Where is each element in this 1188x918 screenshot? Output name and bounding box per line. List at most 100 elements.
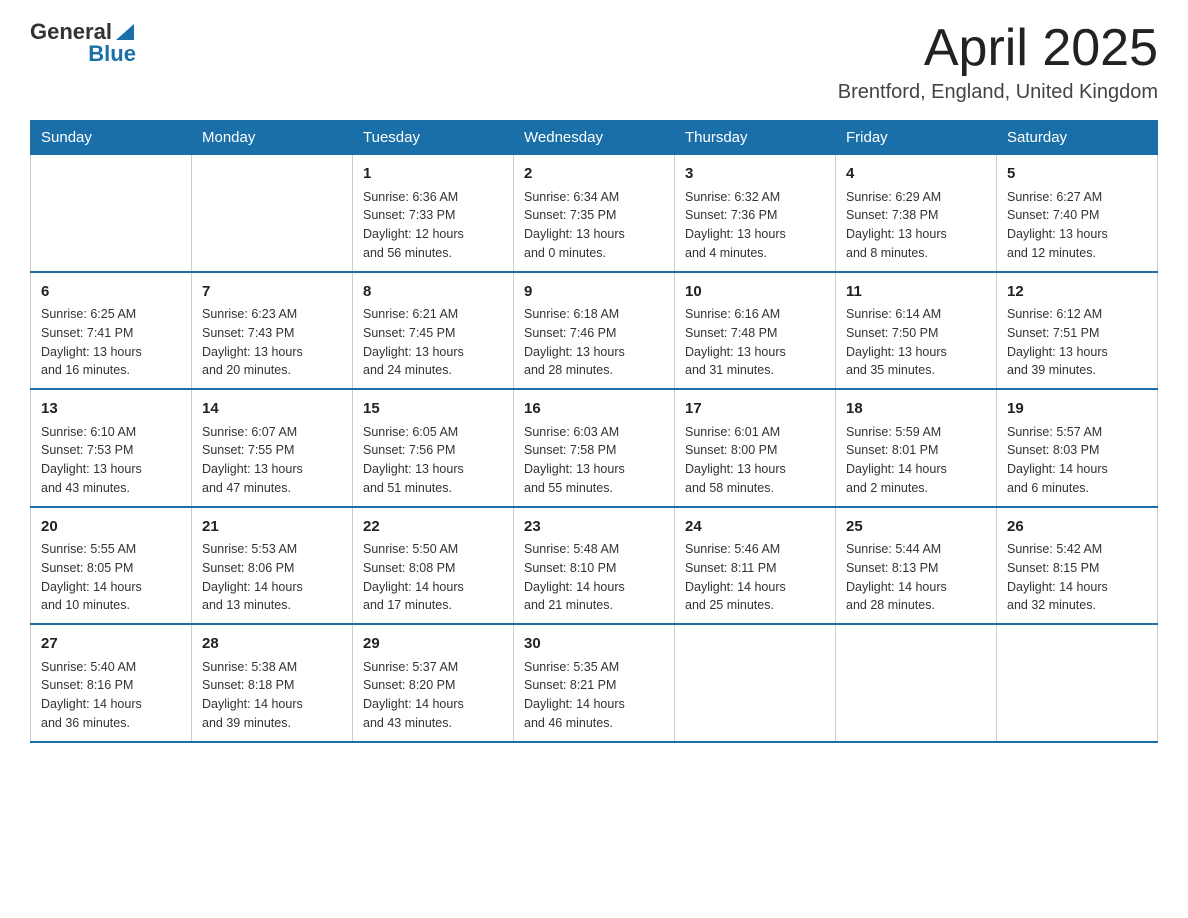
calendar-cell: 21Sunrise: 5:53 AM Sunset: 8:06 PM Dayli… xyxy=(192,507,353,625)
calendar-cell: 27Sunrise: 5:40 AM Sunset: 8:16 PM Dayli… xyxy=(31,624,192,742)
day-number: 14 xyxy=(202,398,342,421)
calendar-week-row: 20Sunrise: 5:55 AM Sunset: 8:05 PM Dayli… xyxy=(31,507,1158,625)
day-info: Sunrise: 5:48 AM Sunset: 8:10 PM Dayligh… xyxy=(524,540,664,615)
day-number: 5 xyxy=(1007,163,1147,186)
day-number: 2 xyxy=(524,163,664,186)
calendar-cell: 17Sunrise: 6:01 AM Sunset: 8:00 PM Dayli… xyxy=(675,389,836,507)
calendar-cell xyxy=(675,624,836,742)
month-title: April 2025 xyxy=(838,20,1158,77)
calendar-cell: 7Sunrise: 6:23 AM Sunset: 7:43 PM Daylig… xyxy=(192,272,353,390)
day-info: Sunrise: 6:23 AM Sunset: 7:43 PM Dayligh… xyxy=(202,305,342,380)
day-info: Sunrise: 6:36 AM Sunset: 7:33 PM Dayligh… xyxy=(363,188,503,263)
calendar-cell: 15Sunrise: 6:05 AM Sunset: 7:56 PM Dayli… xyxy=(353,389,514,507)
calendar-cell: 13Sunrise: 6:10 AM Sunset: 7:53 PM Dayli… xyxy=(31,389,192,507)
day-number: 6 xyxy=(41,281,181,304)
day-number: 11 xyxy=(846,281,986,304)
calendar-cell xyxy=(997,624,1158,742)
day-number: 27 xyxy=(41,633,181,656)
calendar-cell: 28Sunrise: 5:38 AM Sunset: 8:18 PM Dayli… xyxy=(192,624,353,742)
column-header-sunday: Sunday xyxy=(31,121,192,155)
day-number: 26 xyxy=(1007,516,1147,539)
calendar-cell: 20Sunrise: 5:55 AM Sunset: 8:05 PM Dayli… xyxy=(31,507,192,625)
day-number: 8 xyxy=(363,281,503,304)
calendar-week-row: 27Sunrise: 5:40 AM Sunset: 8:16 PM Dayli… xyxy=(31,624,1158,742)
day-info: Sunrise: 6:21 AM Sunset: 7:45 PM Dayligh… xyxy=(363,305,503,380)
day-info: Sunrise: 5:46 AM Sunset: 8:11 PM Dayligh… xyxy=(685,540,825,615)
day-number: 22 xyxy=(363,516,503,539)
calendar-cell xyxy=(836,624,997,742)
day-info: Sunrise: 6:03 AM Sunset: 7:58 PM Dayligh… xyxy=(524,423,664,498)
calendar-cell: 9Sunrise: 6:18 AM Sunset: 7:46 PM Daylig… xyxy=(514,272,675,390)
day-number: 10 xyxy=(685,281,825,304)
calendar-body: 1Sunrise: 6:36 AM Sunset: 7:33 PM Daylig… xyxy=(31,155,1158,742)
calendar-cell: 25Sunrise: 5:44 AM Sunset: 8:13 PM Dayli… xyxy=(836,507,997,625)
day-info: Sunrise: 5:35 AM Sunset: 8:21 PM Dayligh… xyxy=(524,658,664,733)
calendar-cell: 19Sunrise: 5:57 AM Sunset: 8:03 PM Dayli… xyxy=(997,389,1158,507)
day-info: Sunrise: 6:14 AM Sunset: 7:50 PM Dayligh… xyxy=(846,305,986,380)
calendar-cell: 26Sunrise: 5:42 AM Sunset: 8:15 PM Dayli… xyxy=(997,507,1158,625)
day-number: 20 xyxy=(41,516,181,539)
logo-triangle-icon xyxy=(114,20,136,42)
location-text: Brentford, England, United Kingdom xyxy=(838,81,1158,104)
calendar-cell: 3Sunrise: 6:32 AM Sunset: 7:36 PM Daylig… xyxy=(675,155,836,272)
calendar-cell: 10Sunrise: 6:16 AM Sunset: 7:48 PM Dayli… xyxy=(675,272,836,390)
calendar-cell: 24Sunrise: 5:46 AM Sunset: 8:11 PM Dayli… xyxy=(675,507,836,625)
day-number: 18 xyxy=(846,398,986,421)
calendar-cell: 4Sunrise: 6:29 AM Sunset: 7:38 PM Daylig… xyxy=(836,155,997,272)
day-number: 21 xyxy=(202,516,342,539)
day-number: 9 xyxy=(524,281,664,304)
day-info: Sunrise: 5:37 AM Sunset: 8:20 PM Dayligh… xyxy=(363,658,503,733)
logo-blue-text: Blue xyxy=(88,42,136,66)
day-info: Sunrise: 5:57 AM Sunset: 8:03 PM Dayligh… xyxy=(1007,423,1147,498)
day-number: 17 xyxy=(685,398,825,421)
column-header-friday: Friday xyxy=(836,121,997,155)
calendar-cell: 16Sunrise: 6:03 AM Sunset: 7:58 PM Dayli… xyxy=(514,389,675,507)
day-info: Sunrise: 6:18 AM Sunset: 7:46 PM Dayligh… xyxy=(524,305,664,380)
day-info: Sunrise: 6:29 AM Sunset: 7:38 PM Dayligh… xyxy=(846,188,986,263)
calendar-cell: 23Sunrise: 5:48 AM Sunset: 8:10 PM Dayli… xyxy=(514,507,675,625)
calendar-week-row: 6Sunrise: 6:25 AM Sunset: 7:41 PM Daylig… xyxy=(31,272,1158,390)
calendar-cell: 22Sunrise: 5:50 AM Sunset: 8:08 PM Dayli… xyxy=(353,507,514,625)
day-number: 7 xyxy=(202,281,342,304)
day-number: 28 xyxy=(202,633,342,656)
calendar-cell: 30Sunrise: 5:35 AM Sunset: 8:21 PM Dayli… xyxy=(514,624,675,742)
day-number: 23 xyxy=(524,516,664,539)
day-info: Sunrise: 5:44 AM Sunset: 8:13 PM Dayligh… xyxy=(846,540,986,615)
column-header-saturday: Saturday xyxy=(997,121,1158,155)
day-info: Sunrise: 6:10 AM Sunset: 7:53 PM Dayligh… xyxy=(41,423,181,498)
calendar-cell: 12Sunrise: 6:12 AM Sunset: 7:51 PM Dayli… xyxy=(997,272,1158,390)
day-info: Sunrise: 6:12 AM Sunset: 7:51 PM Dayligh… xyxy=(1007,305,1147,380)
day-number: 1 xyxy=(363,163,503,186)
day-number: 13 xyxy=(41,398,181,421)
day-number: 16 xyxy=(524,398,664,421)
day-info: Sunrise: 5:50 AM Sunset: 8:08 PM Dayligh… xyxy=(363,540,503,615)
calendar-cell: 11Sunrise: 6:14 AM Sunset: 7:50 PM Dayli… xyxy=(836,272,997,390)
day-info: Sunrise: 6:07 AM Sunset: 7:55 PM Dayligh… xyxy=(202,423,342,498)
calendar-cell: 29Sunrise: 5:37 AM Sunset: 8:20 PM Dayli… xyxy=(353,624,514,742)
calendar-cell: 6Sunrise: 6:25 AM Sunset: 7:41 PM Daylig… xyxy=(31,272,192,390)
calendar-table: SundayMondayTuesdayWednesdayThursdayFrid… xyxy=(30,120,1158,743)
calendar-week-row: 1Sunrise: 6:36 AM Sunset: 7:33 PM Daylig… xyxy=(31,155,1158,272)
day-number: 15 xyxy=(363,398,503,421)
page-header: General Blue April 2025 Brentford, Engla… xyxy=(30,20,1158,104)
day-info: Sunrise: 5:38 AM Sunset: 8:18 PM Dayligh… xyxy=(202,658,342,733)
day-info: Sunrise: 6:34 AM Sunset: 7:35 PM Dayligh… xyxy=(524,188,664,263)
calendar-week-row: 13Sunrise: 6:10 AM Sunset: 7:53 PM Dayli… xyxy=(31,389,1158,507)
day-info: Sunrise: 6:01 AM Sunset: 8:00 PM Dayligh… xyxy=(685,423,825,498)
calendar-cell: 14Sunrise: 6:07 AM Sunset: 7:55 PM Dayli… xyxy=(192,389,353,507)
calendar-cell: 1Sunrise: 6:36 AM Sunset: 7:33 PM Daylig… xyxy=(353,155,514,272)
calendar-header-row: SundayMondayTuesdayWednesdayThursdayFrid… xyxy=(31,121,1158,155)
calendar-cell: 18Sunrise: 5:59 AM Sunset: 8:01 PM Dayli… xyxy=(836,389,997,507)
day-info: Sunrise: 6:27 AM Sunset: 7:40 PM Dayligh… xyxy=(1007,188,1147,263)
calendar-cell xyxy=(31,155,192,272)
day-number: 29 xyxy=(363,633,503,656)
day-info: Sunrise: 5:53 AM Sunset: 8:06 PM Dayligh… xyxy=(202,540,342,615)
column-header-tuesday: Tuesday xyxy=(353,121,514,155)
day-number: 4 xyxy=(846,163,986,186)
day-number: 12 xyxy=(1007,281,1147,304)
calendar-cell: 8Sunrise: 6:21 AM Sunset: 7:45 PM Daylig… xyxy=(353,272,514,390)
logo: General Blue xyxy=(30,20,136,66)
day-info: Sunrise: 5:55 AM Sunset: 8:05 PM Dayligh… xyxy=(41,540,181,615)
calendar-cell xyxy=(192,155,353,272)
day-number: 24 xyxy=(685,516,825,539)
